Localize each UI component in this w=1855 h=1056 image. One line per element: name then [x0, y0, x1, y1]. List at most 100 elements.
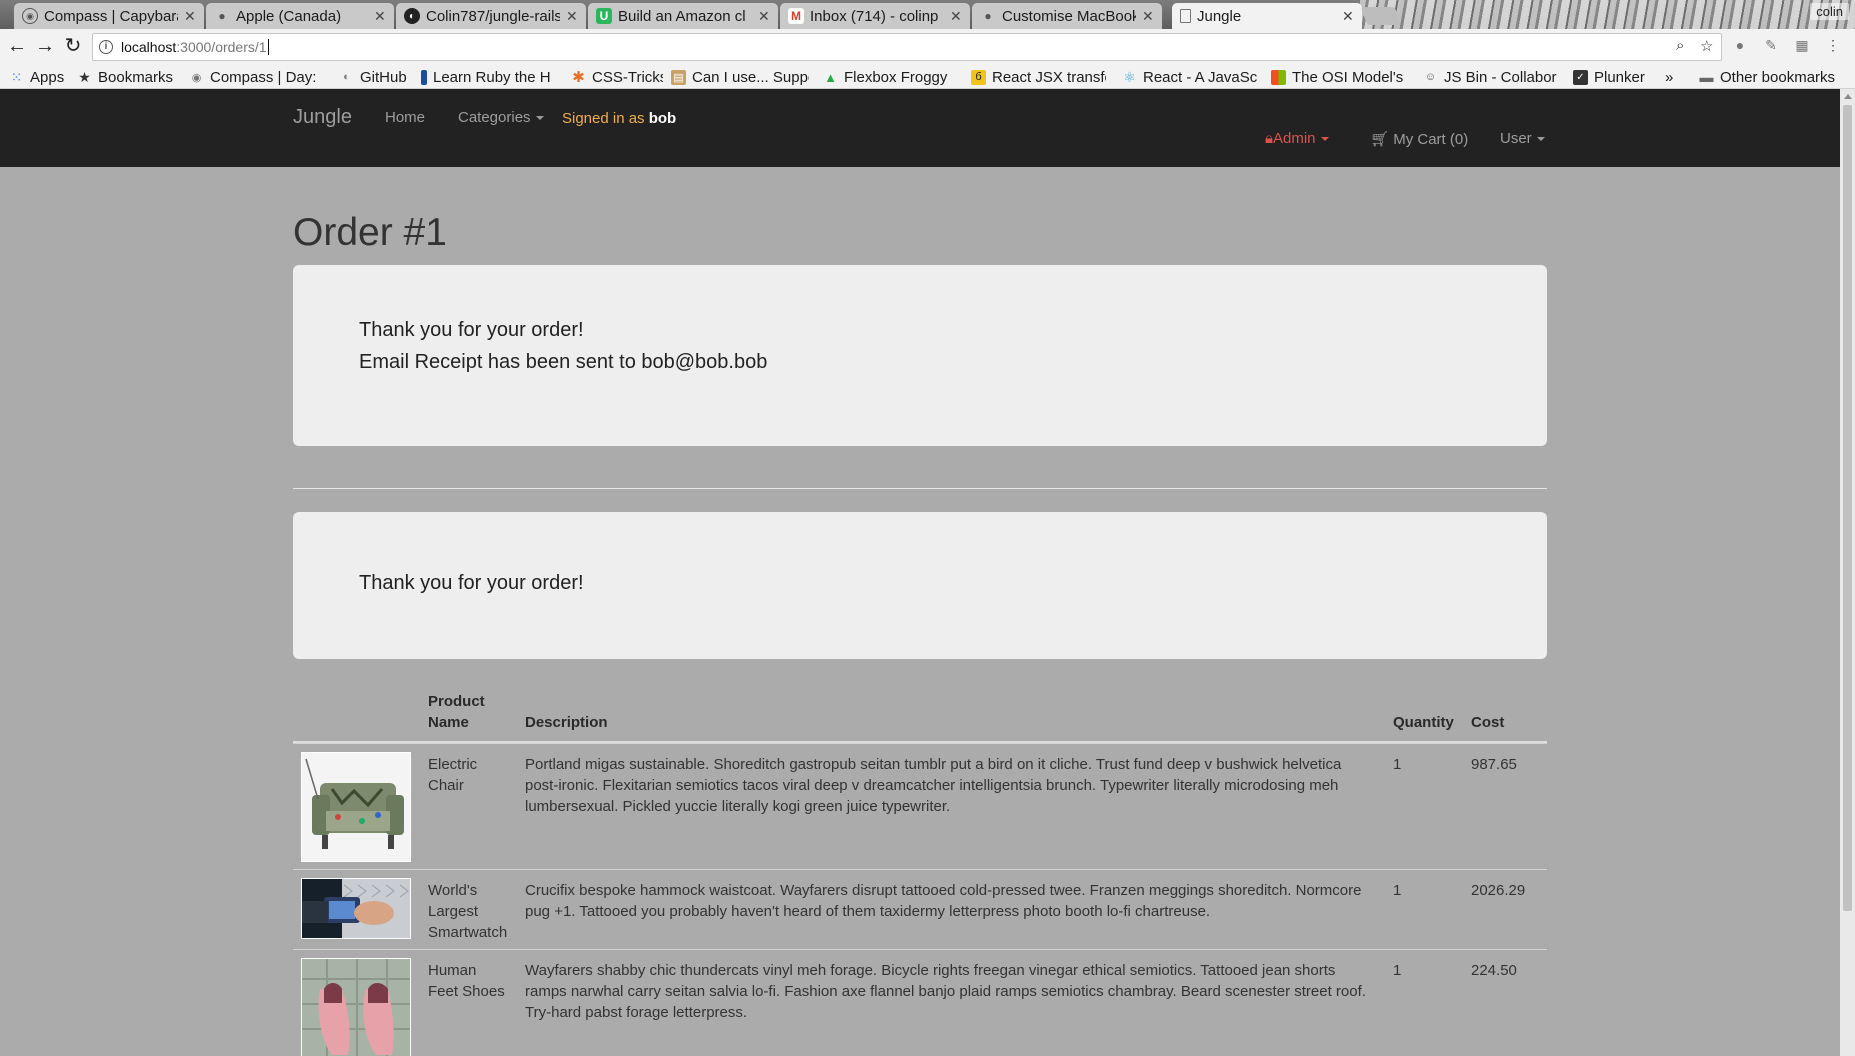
bookmark-item[interactable]: ⁙ Apps: [9, 67, 73, 87]
bookmark-item[interactable]: ▲ Flexbox Froggy: [823, 67, 951, 87]
bookmark-label: Can I use... Suppo: [692, 68, 809, 86]
signed-in-username: bob: [648, 110, 677, 127]
bookmark-item[interactable]: ★ Bookmarks: [77, 67, 181, 87]
page-scrollbar[interactable]: [1840, 89, 1855, 1056]
nav-cart[interactable]: 🛒︎ My Cart (0): [1370, 130, 1468, 148]
bookmark-label: Apps: [30, 68, 65, 86]
url-path: :3000/orders/1: [176, 39, 267, 55]
product-quantity: 1: [1393, 756, 1402, 773]
chevron-down-icon: [1536, 137, 1545, 142]
email-receipt-message: Email Receipt has been sent to bob@bob.b…: [359, 351, 768, 373]
bookmarks-bar: ⁙ Apps ★ Bookmarks ◉ Compass | Day: w ◐ …: [0, 64, 1855, 89]
folder-icon: ▬: [1699, 69, 1714, 85]
bookmark-item[interactable]: Learn Ruby the H: [421, 67, 555, 87]
electric-chair-image: [301, 752, 411, 862]
profile-name[interactable]: colin: [1810, 3, 1849, 20]
lock-icon: 🔒︎: [1265, 130, 1273, 147]
bookmark-label: CSS-Tricks: [592, 68, 663, 86]
extension-icon[interactable]: ▦: [1793, 37, 1811, 55]
tab-title: Compass | Capybara: [44, 7, 178, 25]
bookmark-item[interactable]: ✱ CSS-Tricks: [571, 67, 663, 87]
product-quantity: 1: [1393, 882, 1402, 899]
scrollbar-thumb[interactable]: [1843, 105, 1852, 911]
extension-icon[interactable]: ✎: [1762, 37, 1780, 55]
react-icon: ⚛: [1123, 68, 1136, 85]
brand-link[interactable]: Jungle: [293, 106, 352, 129]
scroll-up-arrow-icon[interactable]: [1844, 94, 1852, 99]
bookmark-item[interactable]: ◐ GitHub: [339, 67, 411, 87]
extension-icon[interactable]: ●: [1731, 37, 1749, 55]
udemy-icon: U: [596, 8, 612, 24]
tab-title: Apple (Canada): [236, 7, 342, 25]
close-tab-icon[interactable]: ✕: [1142, 8, 1154, 25]
nav-admin-dropdown[interactable]: 🔒︎Admin: [1265, 130, 1329, 147]
overflow-chevron-icon: »: [1665, 68, 1674, 86]
tab-strip-background: [1360, 0, 1855, 29]
bookmark-item[interactable]: ☺ JS Bin - Collabor: [1423, 67, 1561, 87]
nav-home[interactable]: Home: [385, 109, 425, 126]
github-icon: ◐: [343, 71, 350, 83]
browser-tab[interactable]: ● Apple (Canada) ✕: [206, 3, 394, 29]
column-header-description: Description: [525, 714, 608, 731]
bookmark-item[interactable]: ⚛ React - A JavaScr: [1122, 67, 1257, 87]
close-tab-icon[interactable]: ✕: [1342, 8, 1354, 25]
bookmark-label: The OSI Model's: [1292, 68, 1404, 86]
browser-tab[interactable]: U Build an Amazon cl ✕: [588, 3, 778, 29]
bookmark-label: React - A JavaScr: [1143, 68, 1257, 86]
new-tab-button[interactable]: [1360, 7, 1402, 25]
plunker-icon: ✓: [1573, 69, 1588, 85]
browser-tab-active[interactable]: Jungle ✕: [1172, 3, 1362, 29]
page-title: Order #1: [293, 211, 447, 254]
menu-icon[interactable]: ⋮: [1824, 37, 1842, 55]
close-tab-icon[interactable]: ✕: [184, 8, 196, 25]
tab-title: Jungle: [1197, 7, 1242, 25]
bookmark-item[interactable]: ◉ Compass | Day: w: [189, 67, 319, 87]
bookmark-item[interactable]: ✓ Plunker: [1573, 67, 1649, 87]
close-tab-icon[interactable]: ✕: [374, 8, 386, 25]
browser-tab[interactable]: ● Customise MacBook ✕: [972, 3, 1162, 29]
browser-tab-strip: ◉ Compass | Capybara ✕ ● Apple (Canada) …: [0, 0, 1855, 29]
css-tricks-icon: ✱: [572, 69, 585, 86]
browser-tab[interactable]: ◉ Compass | Capybara ✕: [14, 3, 204, 29]
bookmark-star-icon[interactable]: ☆: [1700, 37, 1713, 55]
product-description: Portland migas sustainable. Shoreditch g…: [525, 756, 1342, 815]
browser-tab[interactable]: M Inbox (714) - colinp ✕: [780, 3, 970, 29]
nav-user-dropdown[interactable]: User: [1500, 130, 1545, 147]
address-bar[interactable]: i localhost :3000/orders/1: [92, 33, 1722, 61]
signed-in-prefix: Signed in as: [562, 110, 649, 127]
babel-icon: б: [971, 69, 986, 85]
header-label: Product: [428, 693, 485, 710]
text-caret: [267, 39, 269, 55]
column-header-cost: Cost: [1471, 714, 1505, 731]
site-info-icon[interactable]: i: [99, 40, 113, 54]
bookmark-item[interactable]: ▬ Other bookmarks: [1699, 67, 1849, 87]
divider: [293, 488, 1547, 489]
ruby-icon: [421, 69, 427, 85]
forward-arrow-icon[interactable]: →: [34, 35, 56, 57]
bookmarks-overflow-button[interactable]: »: [1665, 67, 1683, 87]
product-cost: 224.50: [1471, 962, 1517, 979]
tab-title: Inbox (714) - colinp: [810, 7, 939, 25]
reload-icon[interactable]: ↻: [62, 35, 84, 57]
jsbin-icon: ☺: [1424, 71, 1437, 83]
apple-icon: ●: [984, 9, 992, 23]
browser-tab[interactable]: ◐ Colin787/jungle-rails ✕: [396, 3, 586, 29]
signed-in-status: Signed in as bob: [562, 110, 676, 127]
bookmark-item[interactable]: The OSI Model's: [1271, 67, 1407, 87]
close-tab-icon[interactable]: ✕: [758, 8, 770, 25]
nav-admin-label: Admin: [1272, 130, 1316, 147]
bookmark-item[interactable]: б React JSX transfo: [971, 67, 1106, 87]
bookmark-item[interactable]: ▤ Can I use... Suppo: [671, 67, 809, 87]
order-confirmation-panel: Thank you for your order! Email Receipt …: [293, 265, 1547, 446]
nav-cart-label: My Cart (0): [1393, 131, 1469, 148]
zoom-icon[interactable]: ⌕: [1676, 37, 1684, 54]
frog-icon: ▲: [824, 69, 837, 85]
close-tab-icon[interactable]: ✕: [950, 8, 962, 25]
nav-categories-dropdown[interactable]: Categories: [458, 109, 544, 126]
product-description: Crucifix bespoke hammock waistcoat. Wayf…: [525, 882, 1362, 920]
chevron-down-icon: [1320, 137, 1329, 142]
close-tab-icon[interactable]: ✕: [566, 8, 578, 25]
back-arrow-icon[interactable]: ←: [6, 35, 28, 57]
bookmark-label: Plunker: [1594, 68, 1645, 86]
tab-title: Colin787/jungle-rails: [426, 7, 560, 25]
